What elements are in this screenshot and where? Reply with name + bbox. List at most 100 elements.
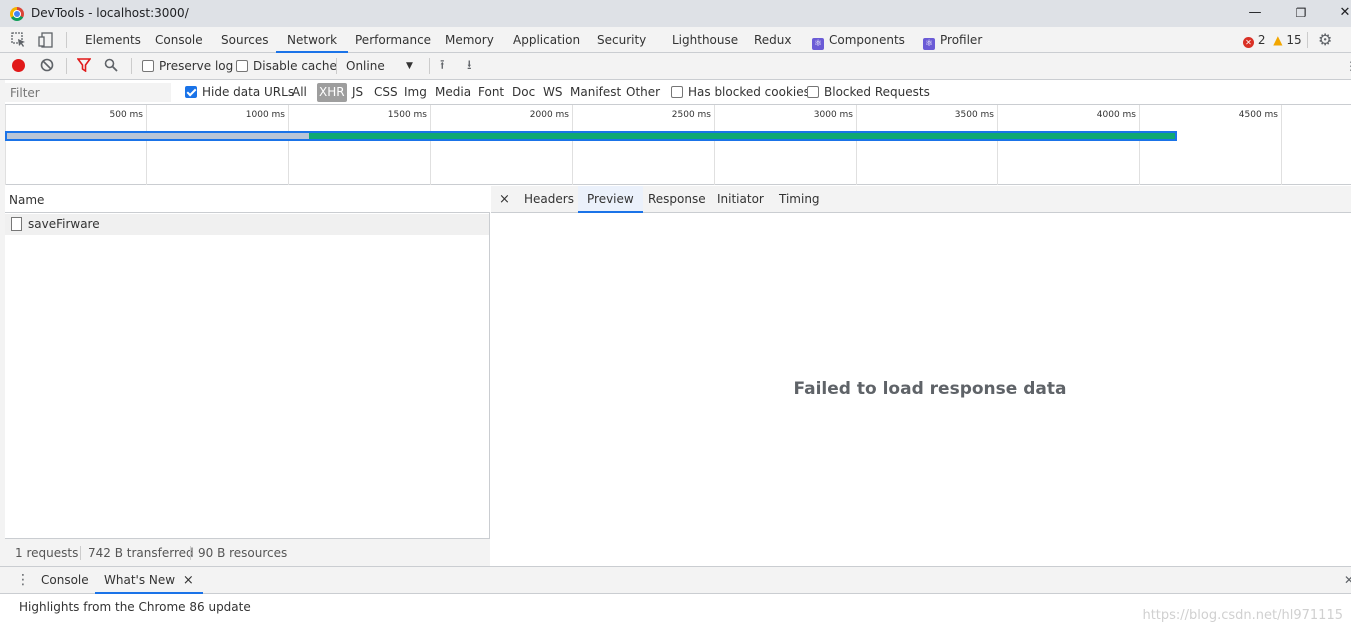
react-icon: ⚛: [812, 38, 824, 50]
column-header-name[interactable]: Name: [5, 186, 490, 213]
more-settings-icon[interactable]: ⋮: [1345, 53, 1351, 79]
close-drawer-tab-icon[interactable]: ×: [183, 573, 194, 588]
grid-line: [1139, 105, 1140, 185]
tab-timing[interactable]: Timing: [779, 186, 820, 213]
filter-type-ws[interactable]: WS: [543, 80, 562, 105]
grid-line: [572, 105, 573, 185]
tab-preview[interactable]: Preview: [578, 186, 643, 213]
filter-bar: Hide data URLs All XHR JS CSS Img Media …: [0, 80, 1351, 105]
issues-counter[interactable]: ✕ 2 ▲ 15: [1243, 27, 1302, 53]
close-detail-icon[interactable]: ×: [499, 186, 510, 213]
filter-type-font[interactable]: Font: [478, 80, 504, 105]
filter-type-other[interactable]: Other: [626, 80, 660, 105]
hide-data-urls-checkbox[interactable]: Hide data URLs: [185, 80, 294, 105]
grid-line: [714, 105, 715, 185]
restore-icon[interactable]: ❐: [1291, 3, 1311, 23]
tab-response[interactable]: Response: [648, 186, 706, 213]
time-tick: 1000 ms: [245, 110, 285, 120]
filter-type-xhr[interactable]: XHR: [317, 83, 347, 102]
search-icon[interactable]: [104, 53, 118, 79]
record-icon[interactable]: [12, 53, 25, 79]
drawer-tab-bar: ⋮ Console What's New × ✕: [0, 566, 1351, 594]
minimize-icon[interactable]: —: [1245, 3, 1265, 23]
clear-icon[interactable]: [40, 53, 54, 79]
filter-type-media[interactable]: Media: [435, 80, 471, 105]
detail-tab-bar: × Headers Preview Response Initiator Tim…: [491, 186, 1351, 213]
disable-cache-checkbox[interactable]: Disable cache: [236, 53, 337, 79]
tab-application[interactable]: Application: [513, 27, 580, 53]
react-icon: ⚛: [923, 38, 935, 50]
chrome-logo-icon: [10, 7, 24, 21]
grid-line: [430, 105, 431, 185]
device-toolbar-icon[interactable]: [38, 27, 54, 53]
blocked-requests-label: Blocked Requests: [824, 85, 930, 99]
blocked-requests-checkbox[interactable]: Blocked Requests: [807, 80, 930, 105]
has-blocked-cookies-checkbox[interactable]: Has blocked cookies: [671, 80, 810, 105]
tab-network[interactable]: Network: [276, 27, 349, 53]
transferred-size: 742 B transferred: [88, 546, 194, 560]
tab-profiler-label: Profiler: [940, 33, 983, 47]
tab-separator: [1307, 32, 1308, 48]
network-toolbar: Preserve log Disable cache Online ▼ ⭱ ⭳ ⋮: [0, 53, 1351, 80]
filter-type-manifest[interactable]: Manifest: [570, 80, 621, 105]
close-window-icon[interactable]: ✕: [1335, 3, 1351, 23]
import-har-icon[interactable]: ⭱: [440, 53, 445, 79]
inspect-element-icon[interactable]: [11, 27, 27, 53]
tab-initiator[interactable]: Initiator: [717, 186, 764, 213]
checkbox-box: [671, 86, 683, 98]
settings-gear-icon[interactable]: ⚙: [1318, 27, 1332, 53]
tab-lighthouse[interactable]: Lighthouse: [672, 27, 738, 53]
footer-separator: [80, 546, 81, 560]
tab-headers[interactable]: Headers: [524, 186, 574, 213]
drawer-tab-whats-new[interactable]: What's New ×: [95, 567, 203, 594]
drawer-tab-whats-new-label: What's New: [104, 573, 176, 587]
tab-security[interactable]: Security: [597, 27, 646, 53]
grid-line: [856, 105, 857, 185]
requests-summary: 1 requests 742 B transferred 90 B resour…: [5, 538, 490, 566]
filter-type-css[interactable]: CSS: [374, 80, 398, 105]
preserve-log-checkbox[interactable]: Preserve log: [142, 53, 233, 79]
filter-type-all[interactable]: All: [292, 80, 307, 105]
request-detail-panel: × Headers Preview Response Initiator Tim…: [491, 186, 1351, 566]
export-har-icon[interactable]: ⭳: [467, 53, 472, 79]
whats-new-highlight: Highlights from the Chrome 86 update: [19, 600, 251, 614]
drawer-tab-console[interactable]: Console: [41, 567, 89, 594]
drawer-content: Highlights from the Chrome 86 update htt…: [0, 594, 1351, 635]
time-tick: 3500 ms: [954, 110, 994, 120]
throttling-select[interactable]: Online ▼: [346, 53, 420, 79]
tab-memory[interactable]: Memory: [445, 27, 494, 53]
toolbar-separator: [66, 58, 67, 74]
tab-redux[interactable]: Redux: [754, 27, 792, 53]
tab-components[interactable]: ⚛ Components: [812, 27, 905, 53]
close-drawer-icon[interactable]: ✕: [1344, 567, 1351, 594]
main-tab-bar: Elements Console Sources Network Perform…: [0, 27, 1351, 53]
drawer-menu-icon[interactable]: ⋮: [16, 567, 30, 594]
tab-console[interactable]: Console: [155, 27, 203, 53]
time-tick: 500 ms: [109, 110, 144, 120]
tab-separator: [66, 32, 67, 48]
filter-type-img[interactable]: Img: [404, 80, 427, 105]
timeline-overview[interactable]: 500 ms 1000 ms 1500 ms 2000 ms 2500 ms 3…: [5, 105, 1351, 185]
time-tick: 4500 ms: [1238, 110, 1278, 120]
checkbox-box: [185, 86, 197, 98]
tab-profiler[interactable]: ⚛ Profiler: [923, 27, 982, 53]
filter-type-doc[interactable]: Doc: [512, 80, 535, 105]
time-tick: 2000 ms: [529, 110, 569, 120]
time-tick: 3000 ms: [813, 110, 853, 120]
filter-input[interactable]: [5, 83, 171, 102]
time-tick: 4000 ms: [1096, 110, 1136, 120]
table-row[interactable]: saveFirware: [5, 214, 489, 235]
filter-type-js[interactable]: JS: [352, 80, 363, 105]
warning-count: 15: [1286, 33, 1302, 47]
request-name: saveFirware: [28, 217, 100, 231]
checkbox-box: [142, 60, 154, 72]
grid-line: [288, 105, 289, 185]
tab-performance[interactable]: Performance: [355, 27, 431, 53]
filter-icon[interactable]: [76, 53, 92, 79]
has-blocked-cookies-label: Has blocked cookies: [688, 85, 810, 99]
tab-sources[interactable]: Sources: [221, 27, 268, 53]
toolbar-separator: [131, 58, 132, 74]
time-tick: 1500 ms: [387, 110, 427, 120]
tab-elements[interactable]: Elements: [85, 27, 141, 53]
toolbar-separator: [336, 58, 337, 74]
